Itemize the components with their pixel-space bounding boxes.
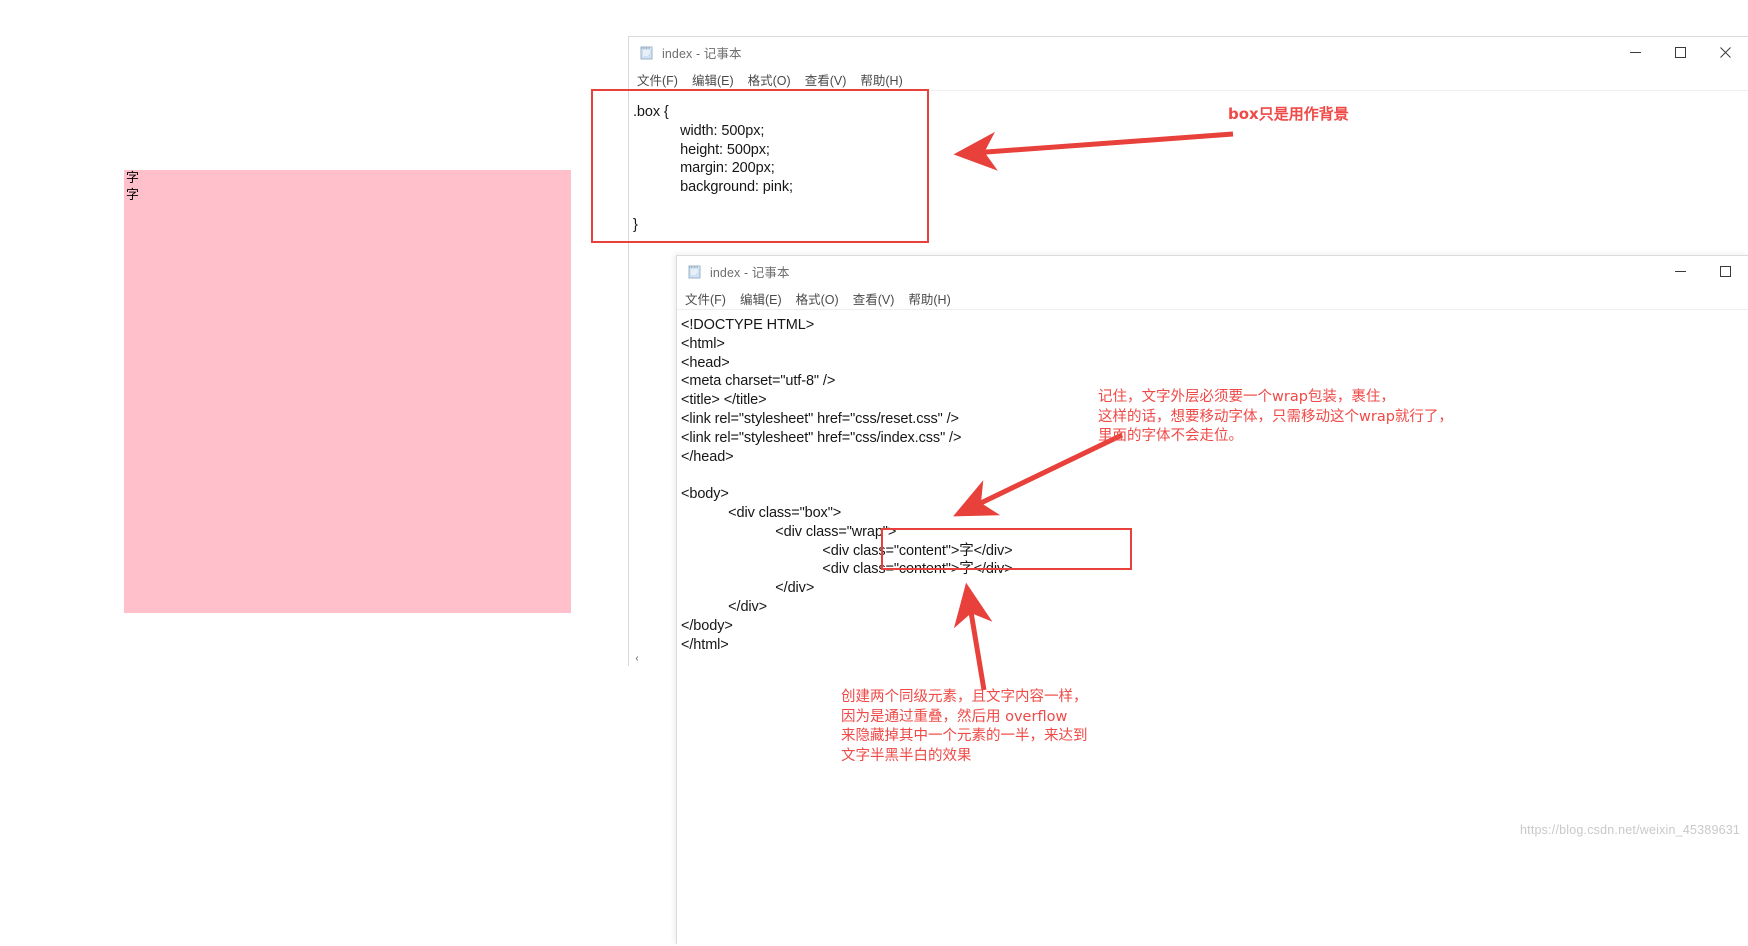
code-line: </html> xyxy=(681,636,729,653)
menu-item-view[interactable]: 查看(V) xyxy=(805,70,847,89)
menu-item-edit[interactable]: 编辑(E) xyxy=(740,289,782,308)
pink-content-line: 字 xyxy=(126,171,140,186)
menu-item-view[interactable]: 查看(V) xyxy=(853,289,895,308)
annotation-overflow-note: 创建两个同级元素，且文字内容一样， 因为是通过重叠，然后用 overflow 来… xyxy=(841,689,1088,764)
code-line: <body> xyxy=(681,486,729,503)
notepad-window-html[interactable]: index - 记事本 文件(F) 编辑(E) 格式(O) 查看(V) 帮助(H… xyxy=(676,255,1748,946)
code-line: <head> xyxy=(681,354,730,371)
code-line: .box { xyxy=(633,104,669,120)
watermark: https://blog.csdn.net/weixin_45389631 xyxy=(1520,823,1741,837)
code-line: } xyxy=(633,216,638,233)
minimize-button[interactable] xyxy=(1613,37,1658,68)
code-line: <!DOCTYPE HTML> xyxy=(681,317,815,333)
menu-item-help[interactable]: 帮助(H) xyxy=(908,289,950,308)
close-button[interactable] xyxy=(1703,37,1748,68)
code-line: <div class="content">字</div> xyxy=(681,561,1013,578)
notepad-icon xyxy=(639,45,655,61)
menu-item-file[interactable]: 文件(F) xyxy=(685,289,726,308)
code-line: </div> xyxy=(681,598,768,615)
code-line: </head> xyxy=(681,448,734,465)
code-line: width: 500px; xyxy=(633,122,765,139)
window-title: index - 记事本 xyxy=(662,47,742,61)
titlebar[interactable]: index - 记事本 xyxy=(677,256,1748,287)
window-controls[interactable] xyxy=(1613,37,1748,68)
minimize-button[interactable] xyxy=(1658,256,1703,287)
code-line: <div class="wrap"> xyxy=(681,523,897,540)
pink-content-line: 字 xyxy=(126,188,140,203)
menu-item-edit[interactable]: 编辑(E) xyxy=(692,70,734,89)
menubar[interactable]: 文件(F) 编辑(E) 格式(O) 查看(V) 帮助(H) xyxy=(629,68,1748,91)
window-controls[interactable] xyxy=(1658,256,1748,287)
code-line: </body> xyxy=(681,617,733,634)
menu-item-format[interactable]: 格式(O) xyxy=(796,289,839,308)
annotation-box-background: box只是用作背景 xyxy=(1228,105,1349,123)
menu-item-file[interactable]: 文件(F) xyxy=(637,70,678,89)
maximize-button[interactable] xyxy=(1703,256,1748,287)
pink-box-preview: 字 字 xyxy=(124,170,571,613)
maximize-button[interactable] xyxy=(1658,37,1703,68)
window-title: index - 记事本 xyxy=(710,266,790,280)
code-line: background: pink; xyxy=(633,179,793,196)
code-line: margin: 200px; xyxy=(633,160,775,177)
notepad-icon xyxy=(687,264,703,280)
code-line: <html> xyxy=(681,335,725,352)
pink-wrap: 字 字 xyxy=(124,170,139,204)
menu-item-help[interactable]: 帮助(H) xyxy=(860,70,902,89)
code-line: <div class="content">字</div> xyxy=(681,542,1013,559)
code-line: <div class="box"> xyxy=(681,504,842,521)
menu-item-format[interactable]: 格式(O) xyxy=(748,70,791,89)
code-line: height: 500px; xyxy=(633,141,770,158)
code-line: </div> xyxy=(681,580,815,597)
titlebar[interactable]: index - 记事本 xyxy=(629,37,1748,68)
annotation-wrap-note: 记住，文字外层必须要一个wrap包装，裹住， 这样的话，想要移动字体，只需移动这… xyxy=(1098,389,1453,444)
menubar[interactable]: 文件(F) 编辑(E) 格式(O) 查看(V) 帮助(H) xyxy=(677,287,1748,310)
horizontal-scroll-left-button[interactable]: ‹ xyxy=(629,650,645,666)
